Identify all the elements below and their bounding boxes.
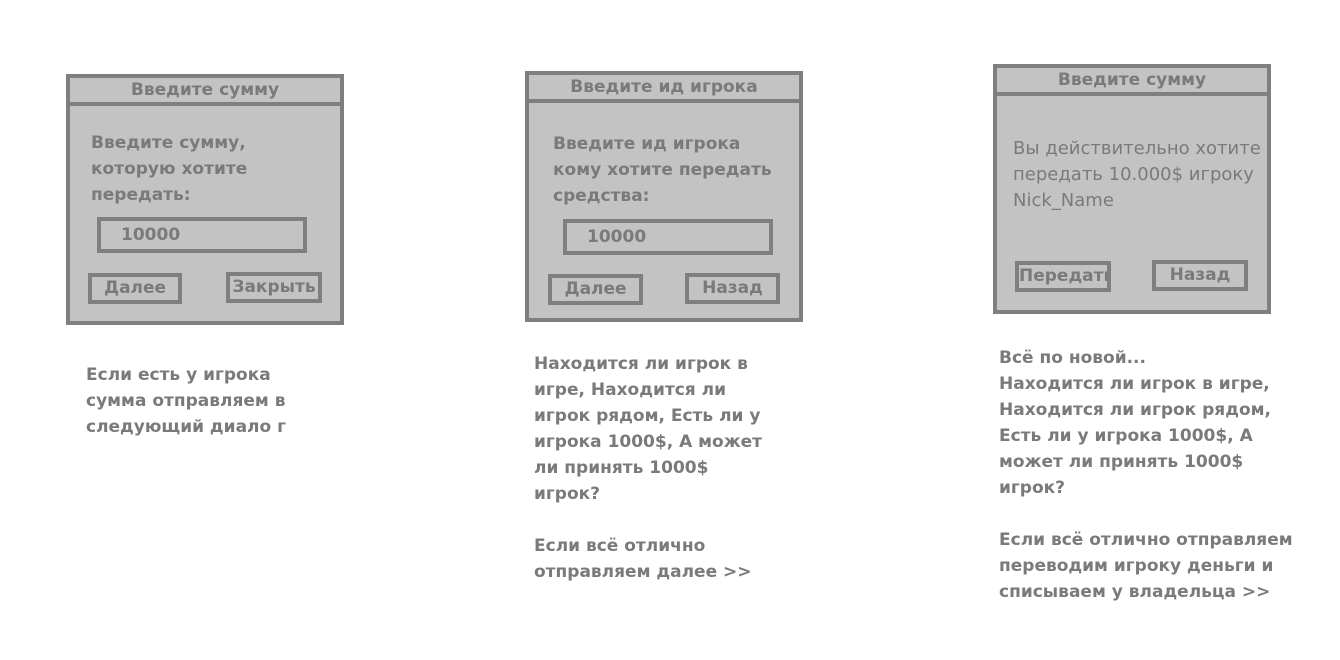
amount-dialog-title: Введите сумму (70, 78, 340, 106)
confirm-dialog-message: Вы действительно хотите передать 10.000$… (1013, 138, 1261, 211)
player-id-dialog-note: Находится ли игрок в игре, Находится ли … (534, 354, 763, 582)
confirm-dialog-note: Всё по новой... Находится ли игрок в игр… (999, 348, 1293, 602)
confirm-dialog: Введите сумму Вы действительно хотите пе… (993, 64, 1271, 314)
transfer-button[interactable]: Передать (1015, 261, 1111, 292)
player-id-input[interactable]: 10000 (563, 219, 773, 255)
back-button[interactable]: Назад (685, 273, 780, 304)
amount-input[interactable]: 10000 (97, 217, 307, 253)
amount-dialog-message: Введите сумму, которую хотите передать: (91, 133, 248, 205)
back-button[interactable]: Назад (1152, 260, 1248, 291)
player-id-dialog: Введите ид игрока Введите ид игрока кому… (525, 71, 803, 322)
close-button[interactable]: Закрыть (226, 272, 322, 303)
player-id-dialog-message: Введите ид игрока кому хотите передать с… (553, 134, 772, 206)
player-id-dialog-title: Введите ид игрока (529, 75, 799, 103)
amount-dialog: Введите сумму Введите сумму, которую хот… (66, 74, 344, 325)
amount-dialog-note: Если есть у игрока сумма отправляем в сл… (86, 365, 286, 437)
next-button[interactable]: Далее (548, 274, 643, 305)
confirm-dialog-title: Введите сумму (997, 68, 1267, 96)
next-button[interactable]: Далее (88, 273, 182, 304)
